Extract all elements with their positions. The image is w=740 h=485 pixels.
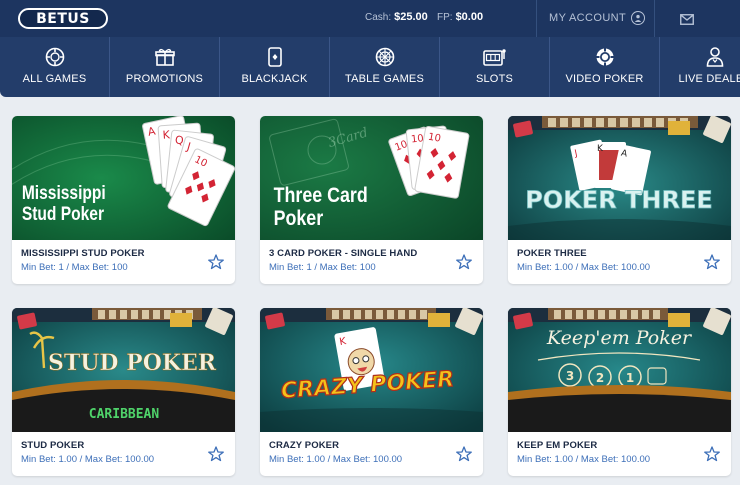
game-card-3-card-poker[interactable]: 3Card 10 10 10 Three Card Poker 3 CARD P… [260,116,483,284]
game-bet-limits: Min Bet: 1.00 / Max Bet: 100.00 [517,454,651,465]
favorite-star-icon[interactable] [456,446,472,467]
my-account-button[interactable]: MY ACCOUNT [549,11,646,25]
nav-label: TABLE GAMES [344,73,425,85]
nav-label: PROMOTIONS [125,73,204,85]
logo-text: BETUS [36,10,90,27]
nav-video-poker[interactable]: VIDEO POKER [550,37,660,97]
category-nav: ALL GAMES PROMOTIONS BLACKJACK TABLE GAM… [0,37,740,97]
nav-table-games[interactable]: TABLE GAMES [330,37,440,97]
poker-chip-icon [595,47,615,67]
game-card-stud-poker[interactable]: STUD POKER CARIBBEAN STUD POKER Min Bet:… [12,308,235,476]
nav-label: BLACKJACK [241,73,308,85]
game-title: STUD POKER [21,440,85,451]
game-card-poker-three[interactable]: J K A POKER THREE POKER THREE Min Bet: 1… [508,116,731,284]
nav-label: VIDEO POKER [565,73,644,85]
roulette-chip-icon [45,47,65,67]
game-title: 3 CARD POKER - SINGLE HAND [269,248,418,259]
game-thumbnail[interactable]: K CRAZY POKER [260,308,483,432]
cash-label: Cash: [365,12,392,23]
game-caption: STUD POKER Min Bet: 1.00 / Max Bet: 100.… [21,440,201,465]
fp-label: FP: [437,12,453,23]
art-title: POKER THREE [525,186,713,214]
my-account-label: MY ACCOUNT [549,12,627,24]
game-bet-limits: Min Bet: 1.00 / Max Bet: 100.00 [517,262,651,273]
nav-label: LIVE DEALER [678,73,740,85]
fp-balance: FP: $0.00 [437,11,483,23]
game-caption: POKER THREE Min Bet: 1.00 / Max Bet: 100… [517,248,697,273]
game-card-crazy-poker[interactable]: K CRAZY POKER CRAZY POKER Min Bet: 1.00 … [260,308,483,476]
art-subtitle: CARIBBEAN [89,407,160,422]
roulette-wheel-icon [375,47,395,67]
game-title: POKER THREE [517,248,587,259]
header-divider [536,0,537,37]
game-bet-limits: Min Bet: 1 / Max Bet: 100 [269,262,376,273]
nav-promotions[interactable]: PROMOTIONS [110,37,220,97]
gift-icon [154,47,175,67]
game-card-keep-em-poker[interactable]: Keep'em Poker 3 2 1 KEEP EM POKER Min Be… [508,308,731,476]
game-bet-limits: Min Bet: 1.00 / Max Bet: 100.00 [269,454,403,465]
dealer-icon [706,47,724,67]
betus-logo[interactable]: BETUS [18,8,108,29]
game-caption: CRAZY POKER Min Bet: 1.00 / Max Bet: 100… [269,440,449,465]
game-thumbnail[interactable]: A K Q J 10 Mississippi Stud Poker [12,116,235,240]
fp-value: $0.00 [455,11,484,23]
game-bet-limits: Min Bet: 1 / Max Bet: 100 [21,262,128,273]
nav-label: ALL GAMES [22,73,87,85]
user-icon [631,11,646,25]
nav-all-games[interactable]: ALL GAMES [0,37,110,97]
art-title: Keep'em Poker [546,327,693,349]
nav-live-dealer[interactable]: LIVE DEALER [660,37,740,97]
art-title-line1: Three Card [274,184,368,208]
favorite-star-icon[interactable] [456,254,472,275]
game-title: KEEP EM POKER [517,440,598,451]
card-icon [267,47,282,67]
game-title: MISSISSIPPI STUD POKER [21,248,145,259]
nav-slots[interactable]: SLOTS [440,37,550,97]
svg-text:10: 10 [411,133,425,145]
nav-blackjack[interactable]: BLACKJACK [220,37,330,97]
cash-balance: Cash: $25.00 [365,11,428,23]
game-thumbnail[interactable]: 3Card 10 10 10 Three Card Poker [260,116,483,240]
art-spot-2: 2 [596,371,604,385]
game-caption: 3 CARD POKER - SINGLE HAND Min Bet: 1 / … [269,248,449,273]
game-caption: KEEP EM POKER Min Bet: 1.00 / Max Bet: 1… [517,440,697,465]
game-bet-limits: Min Bet: 1.00 / Max Bet: 100.00 [21,454,155,465]
art-spot-1: 1 [626,371,634,385]
art-title: STUD POKER [48,350,217,376]
game-thumbnail[interactable]: Keep'em Poker 3 2 1 [508,308,731,432]
mail-icon[interactable] [680,12,694,30]
favorite-star-icon[interactable] [208,446,224,467]
game-title: CRAZY POKER [269,440,340,451]
art-title-line1: Mississippi [22,182,106,204]
art-title-line2: Poker [274,207,324,231]
header-divider [654,0,655,37]
art-title-line2: Stud Poker [22,203,104,225]
cash-value: $25.00 [394,11,428,23]
game-thumbnail[interactable]: STUD POKER CARIBBEAN [12,308,235,432]
favorite-star-icon[interactable] [704,446,720,467]
top-header: BETUS Cash: $25.00 FP: $0.00 MY ACCOUNT [0,0,740,37]
svg-text:10: 10 [427,132,441,145]
favorite-star-icon[interactable] [704,254,720,275]
favorite-star-icon[interactable] [208,254,224,275]
game-thumbnail[interactable]: J K A POKER THREE [508,116,731,240]
game-card-mississippi-stud-poker[interactable]: A K Q J 10 Mississippi Stud Poker MISSIS… [12,116,235,284]
art-spot-3: 3 [566,369,574,383]
game-caption: MISSISSIPPI STUD POKER Min Bet: 1 / Max … [21,248,201,273]
nav-label: SLOTS [475,73,514,85]
slot-machine-icon [482,47,507,67]
